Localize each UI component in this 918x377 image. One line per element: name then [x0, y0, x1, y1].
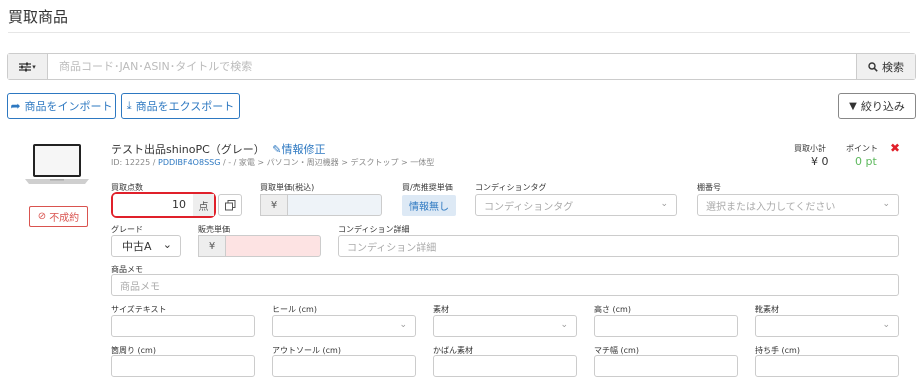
status-badge: ⊘ 不成約 [29, 206, 88, 227]
chevron-down-icon: ⌄ [162, 238, 172, 251]
import-button-label: 商品をインポート [24, 100, 113, 113]
share-icon: ➦ [10, 99, 21, 113]
search-button-label: 検索 [882, 60, 904, 74]
grade-label: グレード [111, 225, 143, 234]
sliders-icon [19, 62, 32, 71]
page-title: 買取商品 [8, 8, 69, 26]
condition-tag-label: コンディションタグ [475, 183, 547, 192]
sale-price-label: 販売単価 [198, 225, 230, 234]
product-title: テスト出品shinoPC（グレー） ✎情報修正 [111, 141, 326, 157]
export-button-label: 商品をエクスポート [135, 100, 235, 113]
status-label: 不成約 [49, 213, 80, 224]
material-select[interactable]: ⌄ [433, 315, 577, 337]
copy-button[interactable] [218, 194, 242, 216]
caret-down-icon: ▾ [32, 62, 36, 71]
memo-textarea[interactable]: 商品メモ [111, 274, 899, 296]
gusset-input[interactable] [594, 355, 738, 377]
size-text-label: サイズテキスト [111, 305, 167, 314]
chevron-down-icon: ⌄ [560, 320, 568, 330]
unit-price-label: 買取単価(税込) [260, 183, 315, 192]
pencil-icon: ✎ [272, 143, 282, 156]
material-label: 素材 [433, 305, 449, 314]
handle-input[interactable] [755, 355, 899, 377]
search-button[interactable]: 検索 [856, 54, 915, 79]
grade-value: 中古A [122, 240, 152, 253]
suggested-price-label: 買/売推奨単価 [402, 183, 453, 192]
subtotal-value: ¥ 0 [811, 155, 829, 168]
sale-price-input[interactable] [225, 235, 321, 257]
product-id: ID: 12225 / [111, 158, 156, 167]
size-text-input[interactable] [111, 315, 255, 337]
shelf-select[interactable]: 選択または入力してください ⌄ [697, 194, 899, 216]
condition-detail-placeholder: コンディション詳細 [347, 242, 437, 254]
heel-label: ヒール (cm) [272, 305, 317, 314]
height-label: 高さ (cm) [594, 305, 631, 314]
remove-icon[interactable]: ✖ [890, 141, 900, 155]
chevron-down-icon: ⌄ [660, 199, 668, 209]
qty-unit: 点 [193, 194, 214, 216]
shelf-label: 棚番号 [697, 183, 721, 192]
edit-info-label: 情報修正 [281, 143, 326, 156]
points-value: 0 pt [855, 155, 877, 168]
condition-detail-textarea[interactable]: コンディション詳細 [338, 235, 899, 257]
edit-info-link[interactable]: ✎情報修正 [272, 143, 325, 156]
condition-detail-label: コンディション詳細 [338, 225, 410, 234]
search-bar: ▾ 検索 [7, 53, 916, 80]
shoe-material-select[interactable]: ⌄ [755, 315, 899, 337]
subtotal-label: 買取小計 [794, 144, 826, 153]
funnel-icon: ▼ [849, 100, 857, 112]
product-meta: ID: 12225 / PDDIBF4O8SSG / - / 家電 > パソコン… [111, 157, 434, 168]
suggested-price-value: 情報無し [402, 195, 456, 216]
search-icon [868, 61, 878, 72]
filter-toggle-button[interactable]: ▾ [8, 54, 48, 79]
currency-addon: ¥ [198, 235, 226, 257]
shoe-material-label: 靴素材 [755, 305, 779, 314]
qty-input[interactable]: 10 [113, 194, 192, 216]
search-input[interactable] [49, 54, 857, 79]
heel-select[interactable]: ⌄ [272, 315, 416, 337]
condition-tag-select[interactable]: コンディションタグ ⌄ [475, 194, 677, 216]
chevron-down-icon: ⌄ [882, 320, 890, 330]
export-button[interactable]: ⤓ 商品をエクスポート [121, 93, 240, 119]
filter-button-label: 絞り込み [860, 100, 905, 113]
memo-placeholder: 商品メモ [120, 281, 160, 293]
points-label: ポイント [846, 144, 878, 153]
import-button[interactable]: ➦ 商品をインポート [7, 93, 116, 119]
category-path: / - / 家電 > パソコン・周辺機器 > デスクトップ > 一体型 [222, 158, 435, 167]
chevron-down-icon: ⌄ [882, 199, 890, 209]
product-name: テスト出品shinoPC（グレー） [111, 143, 265, 156]
outsole-input[interactable] [272, 355, 416, 377]
ban-icon: ⊘ [37, 211, 47, 222]
bag-material-select[interactable] [433, 355, 577, 377]
condition-tag-placeholder: コンディションタグ [484, 201, 574, 213]
chevron-down-icon: ⌄ [399, 320, 407, 330]
product-thumbnail [25, 144, 89, 184]
filter-button[interactable]: ▼ 絞り込み [838, 93, 916, 119]
grade-select[interactable]: 中古A ⌄ [111, 235, 181, 257]
height-input[interactable] [594, 315, 738, 337]
divider [8, 32, 910, 33]
copy-icon [224, 199, 235, 210]
shelf-placeholder: 選択または入力してください [706, 201, 836, 213]
unit-price-input[interactable] [287, 194, 382, 216]
waist-input[interactable] [111, 355, 255, 377]
download-icon: ⤓ [126, 99, 132, 112]
product-code-link[interactable]: PDDIBF4O8SSG [158, 158, 220, 167]
currency-addon: ¥ [260, 194, 288, 216]
